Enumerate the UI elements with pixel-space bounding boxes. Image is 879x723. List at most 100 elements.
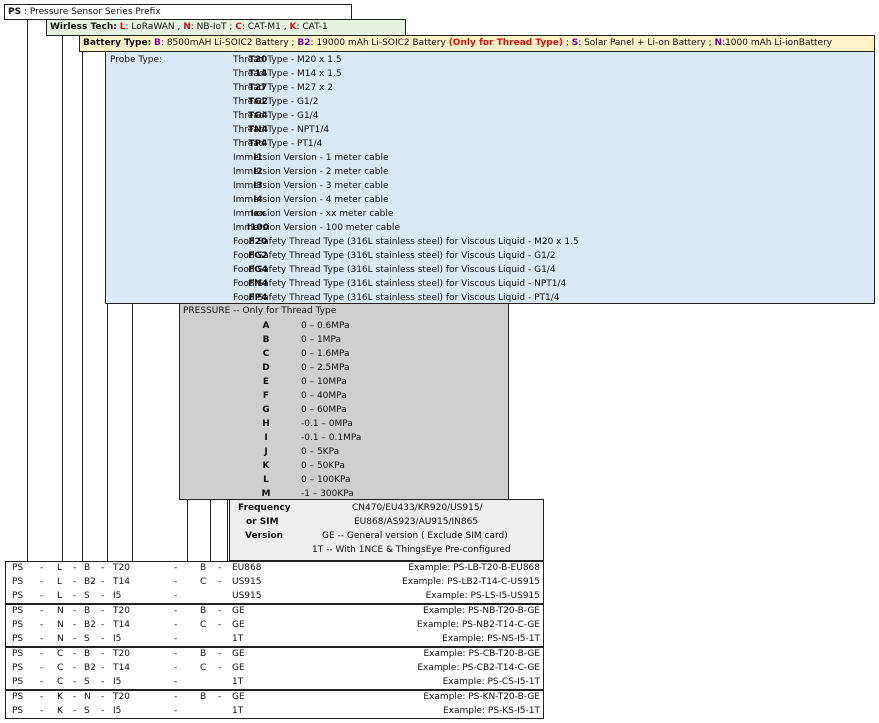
pressure-label: PRESSURE -- Only for Thread Type — [183, 306, 337, 316]
example-cell-c1: PS — [12, 706, 24, 716]
connector-wireless — [62, 34, 63, 562]
example-dash: - — [101, 706, 105, 716]
example-dash: - — [101, 663, 105, 673]
frequency-list-2: EU868/AS923/AU915/IN865 — [354, 517, 479, 527]
pressure-value: 0 – 10MPa — [301, 377, 347, 387]
pressure-value: 0 – 1MPa — [301, 335, 341, 345]
example-code: Example: PS-LB-T20-B-EU868 — [408, 563, 540, 573]
example-cell-c3: B — [84, 606, 91, 616]
example-cell-c2: L — [57, 577, 63, 587]
example-cell-c5: B — [200, 606, 207, 616]
example-dash: - — [73, 649, 77, 659]
battery-text-b: : 8500mAH Li-SOIC2 Battery ; — [160, 38, 298, 48]
prefix-code: PS — [8, 7, 22, 17]
battery-code-n: N — [714, 38, 723, 48]
pressure-value: 0 – 2.5MPa — [301, 363, 350, 373]
example-cell-c1: PS — [12, 634, 24, 644]
example-dash: - — [101, 563, 105, 573]
example-dash: - — [73, 706, 77, 716]
ordering-diagram: PS : Pressure Sensor Series Prefix Wirle… — [0, 0, 879, 723]
example-dash: - — [101, 606, 105, 616]
probe-description: Thread Type - G1/4 — [233, 111, 319, 121]
wireless-box: Wirless Tech: L: LoRaWAN , N: NB-IoT ; C… — [46, 19, 406, 36]
probe-description: Food Safety Thread Type (316L stainless … — [233, 279, 567, 289]
example-cell-c4: T20 — [113, 563, 130, 573]
example-cell-c2: C — [57, 677, 64, 687]
example-cell-c3: B2 — [84, 663, 96, 673]
example-cell-c4: T20 — [113, 649, 130, 659]
connector-prefix — [27, 19, 28, 562]
wireless-text-l: : LoRaWAN , — [125, 22, 184, 32]
example-cell-c6: GE — [232, 606, 245, 616]
pressure-box: PRESSURE -- Only for Thread Type A 0 – 0.… — [179, 303, 509, 500]
connector-pressure — [187, 498, 188, 562]
example-dash: - — [40, 591, 44, 601]
example-code: Example: PS-CB2-T14-C-GE — [417, 663, 540, 673]
example-cell-c4: I5 — [113, 706, 122, 716]
prefix-label: : Pressure Sensor Series Prefix — [21, 7, 161, 17]
example-dash: - — [73, 620, 77, 630]
battery-box: Battery Type: B: 8500mAH Li-SOIC2 Batter… — [79, 35, 875, 52]
pressure-code: B — [262, 335, 270, 345]
example-dash: - — [174, 563, 178, 573]
pressure-code: A — [262, 321, 270, 331]
frequency-box: Frequency or SIM Version CN470/EU433/KR9… — [229, 499, 544, 561]
example-cell-c4: T20 — [113, 606, 130, 616]
pressure-value: 0 – 50KPa — [301, 461, 345, 471]
example-code: Example: PS-KS-I5-1T — [442, 706, 540, 716]
example-dash: - — [174, 620, 178, 630]
example-cell-c3: B — [84, 649, 91, 659]
example-dash: - — [218, 563, 222, 573]
pressure-value: -0.1 – 0.1MPa — [301, 433, 362, 443]
example-cell-c5: B — [200, 649, 207, 659]
example-cell-c3: B2 — [84, 620, 96, 630]
example-cell-c4: T14 — [113, 663, 130, 673]
pressure-code: E — [262, 377, 270, 387]
pressure-code: H — [262, 419, 270, 429]
example-cell-c5: B — [200, 563, 207, 573]
example-dash: - — [101, 577, 105, 587]
example-dash: - — [101, 692, 105, 702]
example-cell-c1: PS — [12, 663, 24, 673]
example-cell-c3: B — [84, 563, 91, 573]
version-1t: 1T -- With 1NCE & ThingsEye Pre-configur… — [312, 545, 511, 555]
example-code: Example: PS-NS-I5-1T — [442, 634, 540, 644]
example-cell-c1: PS — [12, 692, 24, 702]
example-cell-c6: 1T — [232, 677, 244, 687]
example-cell-c6: US915 — [232, 591, 262, 601]
probe-description: Food Safety Thread Type (316L stainless … — [233, 251, 556, 261]
example-cell-c3: S — [84, 677, 90, 687]
example-cell-c1: PS — [12, 591, 24, 601]
example-cell-c2: N — [57, 634, 64, 644]
example-code: Example: PS-KN-T20-B-GE — [423, 692, 540, 702]
wireless-text-c: : CAT-M1 , — [241, 22, 290, 32]
example-cell-c2: L — [57, 563, 63, 573]
example-dash: - — [73, 634, 77, 644]
example-dash: - — [174, 692, 178, 702]
example-cell-c6: EU868 — [232, 563, 262, 573]
connector-probe-b — [132, 303, 133, 562]
wireless-code-c: C — [235, 22, 242, 32]
example-dash: - — [218, 606, 222, 616]
connector-probe-a — [107, 303, 108, 562]
example-cell-c6: GE — [232, 649, 245, 659]
example-dash: - — [73, 663, 77, 673]
example-dash: - — [40, 677, 44, 687]
example-dash: - — [101, 649, 105, 659]
example-dash: - — [101, 634, 105, 644]
example-code: Example: PS-NB2-T14-C-GE — [416, 620, 540, 630]
example-code: Example: PS-NB-T20-B-GE — [423, 606, 540, 616]
example-cell-c5: C — [200, 577, 207, 587]
pressure-code: L — [263, 475, 269, 485]
probe-description: Immersion Version - 3 meter cable — [233, 181, 389, 191]
example-dash: - — [40, 649, 44, 659]
probe-description: Thread Type - PT1/4 — [233, 139, 323, 149]
example-cell-c4: I5 — [113, 591, 122, 601]
battery-code-b: B — [154, 38, 161, 48]
example-cell-c2: C — [57, 649, 64, 659]
connector-freq-a — [210, 498, 211, 562]
pressure-value: 0 – 5KPa — [301, 447, 340, 457]
example-cell-c2: K — [57, 692, 63, 702]
probe-description: Thread Type - G1/2 — [233, 97, 319, 107]
example-cell-c4: T14 — [113, 620, 130, 630]
